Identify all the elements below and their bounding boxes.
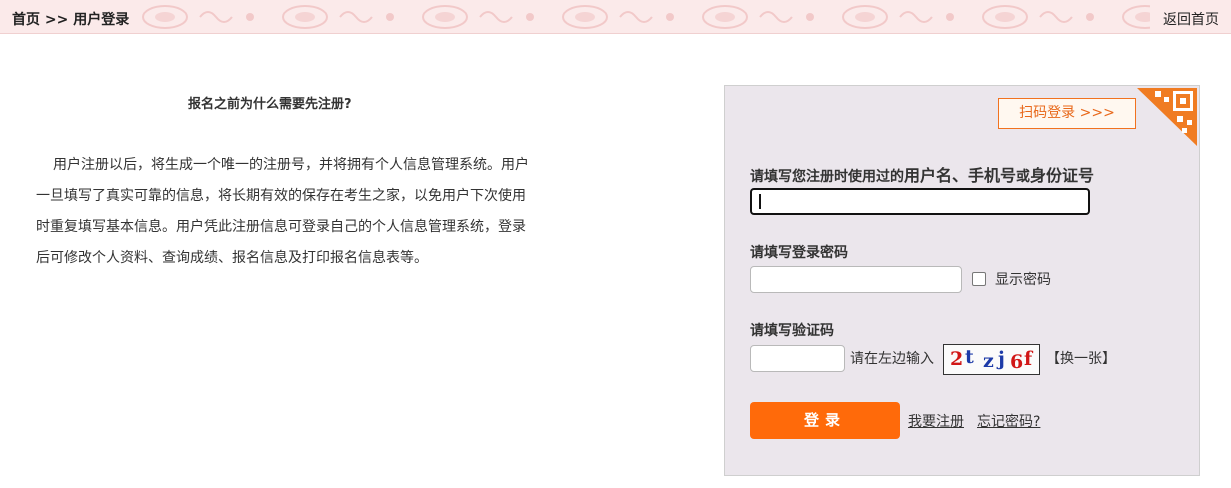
username-label-prefix: 请填写您注册时使用过的 — [750, 169, 904, 185]
username-label-emph1: 用户名、手机号 — [904, 166, 1017, 185]
captcha-char: f — [1024, 348, 1033, 370]
captcha-image[interactable]: 2 t z j 6 f — [943, 344, 1040, 375]
username-label-emph2: 身份证号 — [1030, 166, 1095, 185]
text-caret — [759, 194, 761, 209]
captcha-char: 6 — [1010, 351, 1024, 373]
captcha-char: z — [983, 350, 994, 372]
header-decor-pattern — [130, 0, 1150, 34]
username-label: 请填写您注册时使用过的用户名、手机号或身份证号 — [750, 162, 1094, 186]
forgot-password-link[interactable]: 忘记密码? — [977, 411, 1040, 431]
username-label-or: 或 — [1016, 169, 1031, 185]
captcha-label: 请填写验证码 — [750, 323, 834, 339]
password-label: 请填写登录密码 — [750, 245, 848, 261]
captcha-refresh-link[interactable]: 【换一张】 — [1046, 348, 1116, 368]
back-home-link[interactable]: 返回首页 — [1163, 9, 1219, 29]
captcha-char: 2 — [950, 348, 964, 370]
captcha-char: t — [965, 346, 974, 368]
top-bar: 首页 >> 用户登录 返回首页 — [0, 0, 1231, 34]
intro-body: 用户注册以后，将生成一个唯一的注册号，并将拥有个人信息管理系统。用户一旦填写了真… — [36, 157, 529, 266]
login-panel: 扫码登录 >>> 请填写您注册时使用过的用户名、手机号或身份证号 请填写登录密码… — [724, 85, 1200, 476]
username-input[interactable] — [750, 188, 1090, 215]
captcha-char: j — [998, 348, 1005, 370]
login-button[interactable]: 登录 — [750, 402, 900, 439]
intro-title: 报名之前为什么需要先注册? — [188, 97, 352, 112]
password-input[interactable] — [750, 266, 962, 293]
register-link[interactable]: 我要注册 — [908, 411, 964, 431]
show-password-checkbox[interactable] — [972, 272, 986, 286]
scan-login-button[interactable]: 扫码登录 >>> — [998, 98, 1136, 129]
show-password-label[interactable]: 显示密码 — [995, 269, 1051, 289]
breadcrumb[interactable]: 首页 >> 用户登录 — [12, 9, 129, 29]
captcha-hint: 请在左边输入 — [850, 351, 934, 367]
captcha-input[interactable] — [750, 345, 845, 372]
qr-code-corner-icon[interactable] — [1137, 88, 1197, 146]
